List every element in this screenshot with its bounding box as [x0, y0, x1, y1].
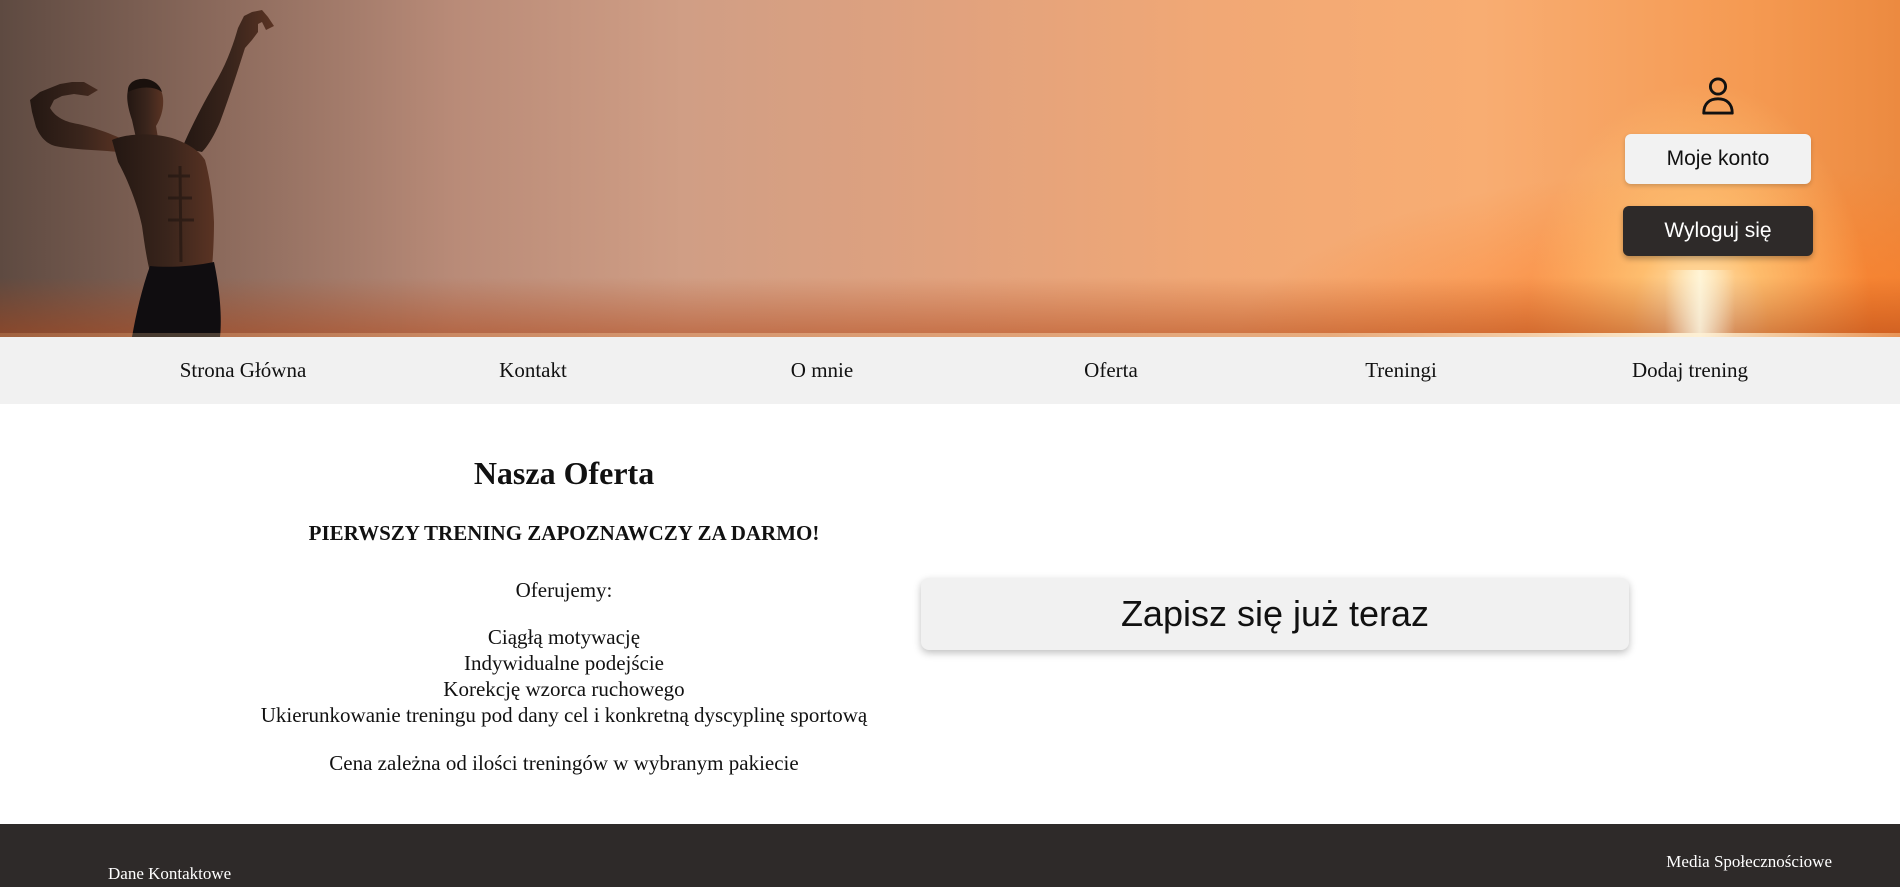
- nav-item-add-training[interactable]: Dodaj trening: [1632, 337, 1748, 404]
- nav-item-trainings[interactable]: Treningi: [1365, 337, 1437, 404]
- offer-feature-item: Indywidualne podejście: [463, 651, 665, 675]
- sun-glare: [1665, 270, 1735, 337]
- nav-item-offer[interactable]: Oferta: [1084, 337, 1138, 404]
- signup-button[interactable]: Zapisz się już teraz: [921, 578, 1629, 650]
- offer-feature-item: Korekcję wzorca ruchowego: [443, 677, 685, 701]
- footer-contact-heading: Dane Kontaktowe: [108, 864, 232, 883]
- free-trial-promo: PIERWSZY TRENING ZAPOZNAWCZY ZA DARMO!: [308, 521, 820, 545]
- footer-social-heading: Media Społecznościowe: [1666, 852, 1832, 871]
- offer-feature-item: Ukierunkowanie treningu pod dany cel i k…: [260, 703, 868, 727]
- nav-item-home[interactable]: Strona Główna: [180, 337, 307, 404]
- nav-item-contact[interactable]: Kontakt: [499, 337, 567, 404]
- logout-button[interactable]: Wyloguj się: [1623, 206, 1813, 256]
- main-navigation: Strona Główna Kontakt O mnie Oferta Tren…: [0, 337, 1900, 404]
- offer-section: Nasza Oferta PIERWSZY TRENING ZAPOZNAWCZ…: [230, 448, 898, 776]
- nav-item-about[interactable]: O mnie: [791, 337, 853, 404]
- page-title: Nasza Oferta: [473, 455, 655, 491]
- footer: Dane Kontaktowe Media Społecznościowe: [0, 824, 1900, 887]
- price-note: Cena zależna od ilości treningów w wybra…: [329, 751, 799, 775]
- offer-feature-item: Ciągłą motywację: [487, 625, 641, 649]
- offer-feature-list: Ciągłą motywację Indywidualne podejście …: [230, 624, 898, 728]
- account-panel: Moje konto Wyloguj się: [1623, 76, 1813, 256]
- user-icon[interactable]: [1699, 76, 1737, 116]
- my-account-button[interactable]: Moje konto: [1625, 134, 1811, 184]
- horizon-line: [0, 333, 1900, 337]
- offer-intro: Oferujemy:: [515, 578, 613, 602]
- athlete-silhouette-image: [30, 10, 274, 337]
- hero-banner: Moje konto Wyloguj się: [0, 0, 1900, 337]
